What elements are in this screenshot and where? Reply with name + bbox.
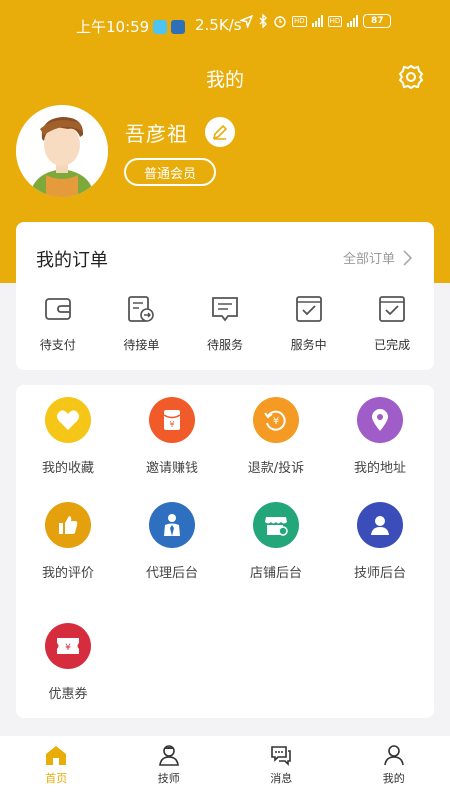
service-label: 技师后台 xyxy=(353,566,406,581)
technician-icon xyxy=(357,502,403,548)
thumbs-up-icon xyxy=(45,502,91,548)
avatar-image xyxy=(16,105,108,197)
status-bar: 上午10:59 2.5K/s HD HD 87 xyxy=(0,0,450,50)
username: 吾彦祖 xyxy=(125,122,188,146)
technician-nav-icon xyxy=(158,745,179,766)
service-coupons[interactable]: ¥ 优惠券 xyxy=(16,623,120,702)
nav-home[interactable]: 首页 xyxy=(0,736,113,800)
network-speed: 2.5K/s xyxy=(195,16,242,34)
nav-profile[interactable]: 我的 xyxy=(338,736,450,800)
battery-icon: 87 xyxy=(363,14,392,28)
bluetooth-icon xyxy=(259,14,267,28)
service-invite[interactable]: ¥ 邀请赚钱 xyxy=(120,397,224,476)
refund-icon: ¥ xyxy=(253,397,299,443)
wallet-icon xyxy=(44,298,71,320)
order-completed[interactable]: 已完成 xyxy=(350,294,434,353)
service-label: 我的评价 xyxy=(41,566,94,581)
order-label: 待接单 xyxy=(123,338,160,352)
nav-technician[interactable]: 技师 xyxy=(113,736,226,800)
app-notification-icon-2 xyxy=(171,20,186,34)
message-list-icon xyxy=(212,297,238,322)
service-label: 店铺后台 xyxy=(249,566,302,581)
signal-5g-icon xyxy=(347,15,359,27)
service-reviews[interactable]: 我的评价 xyxy=(16,502,120,581)
signal-4g-icon xyxy=(311,15,323,27)
order-pending-payment[interactable]: 待支付 xyxy=(16,294,100,353)
service-label: 邀请赚钱 xyxy=(145,461,198,476)
check-box-icon xyxy=(379,296,406,322)
app-notification-icon xyxy=(153,20,168,34)
order-label: 已完成 xyxy=(374,338,411,352)
service-refund[interactable]: ¥ 退款/投诉 xyxy=(224,397,328,476)
service-label: 代理后台 xyxy=(145,566,198,581)
orders-card: 我的订单 全部订单 待支付 待接单 待服务 服务中 已完成 xyxy=(16,222,434,370)
service-label: 优惠券 xyxy=(48,687,88,702)
agent-icon xyxy=(149,502,195,548)
gear-icon[interactable] xyxy=(397,63,425,91)
heart-icon xyxy=(45,397,91,443)
battery-level: 87 xyxy=(371,16,384,26)
service-shop-admin[interactable]: 店铺后台 xyxy=(224,502,328,581)
home-icon xyxy=(46,746,67,765)
red-envelope-icon: ¥ xyxy=(149,397,195,443)
receive-order-icon xyxy=(128,296,155,322)
nav-messages[interactable]: 消息 xyxy=(225,736,338,800)
status-time: 上午10:59 xyxy=(76,16,186,37)
hd-badge-2: HD xyxy=(327,15,343,27)
service-favorites[interactable]: 我的收藏 xyxy=(16,397,120,476)
order-label: 服务中 xyxy=(290,338,327,352)
status-icons: HD HD 87 xyxy=(240,14,392,28)
coupon-icon: ¥ xyxy=(45,623,91,669)
orders-title: 我的订单 xyxy=(36,250,108,271)
person-icon xyxy=(383,745,404,766)
avatar[interactable] xyxy=(16,105,108,197)
shop-icon xyxy=(253,502,299,548)
bottom-nav: 首页 技师 消息 我的 xyxy=(0,736,450,800)
service-agent-admin[interactable]: 代理后台 xyxy=(120,502,224,581)
svg-text:¥: ¥ xyxy=(273,416,279,427)
svg-text:¥: ¥ xyxy=(65,643,71,653)
member-level-badge: 普通会员 xyxy=(124,158,216,186)
order-label: 待支付 xyxy=(39,338,76,352)
order-pending-service[interactable]: 待服务 xyxy=(183,294,267,353)
service-address[interactable]: 我的地址 xyxy=(328,397,432,476)
location-pin-icon xyxy=(357,397,403,443)
order-in-service[interactable]: 服务中 xyxy=(267,294,351,353)
svg-text:¥: ¥ xyxy=(169,420,174,429)
nav-label: 我的 xyxy=(382,772,405,785)
status-time-text: 上午10:59 xyxy=(76,18,150,36)
service-label: 我的收藏 xyxy=(41,461,94,476)
chevron-right-icon xyxy=(403,249,412,266)
service-label: 退款/投诉 xyxy=(247,461,305,476)
page-title: 我的 xyxy=(205,69,244,91)
hd-badge: HD xyxy=(292,15,307,27)
nav-label: 首页 xyxy=(45,772,68,785)
nav-label: 消息 xyxy=(270,772,293,785)
location-icon xyxy=(240,14,253,28)
order-label: 待服务 xyxy=(206,338,243,352)
service-technician-admin[interactable]: 技师后台 xyxy=(328,502,432,581)
order-status-list: 待支付 待接单 待服务 服务中 已完成 xyxy=(16,294,434,353)
service-label: 我的地址 xyxy=(353,461,406,476)
alarm-icon xyxy=(274,16,286,28)
all-orders-link[interactable]: 全部订单 xyxy=(343,248,412,267)
chat-icon xyxy=(271,746,292,766)
order-pending-accept[interactable]: 待接单 xyxy=(100,294,184,353)
check-box-icon xyxy=(295,296,322,322)
all-orders-label: 全部订单 xyxy=(342,252,395,267)
nav-label: 技师 xyxy=(157,772,180,785)
pencil-icon[interactable] xyxy=(205,117,235,147)
services-card: 我的收藏 ¥ 邀请赚钱 ¥ 退款/投诉 我的地址 我的评价 代理后台 店铺后台 … xyxy=(16,385,434,718)
